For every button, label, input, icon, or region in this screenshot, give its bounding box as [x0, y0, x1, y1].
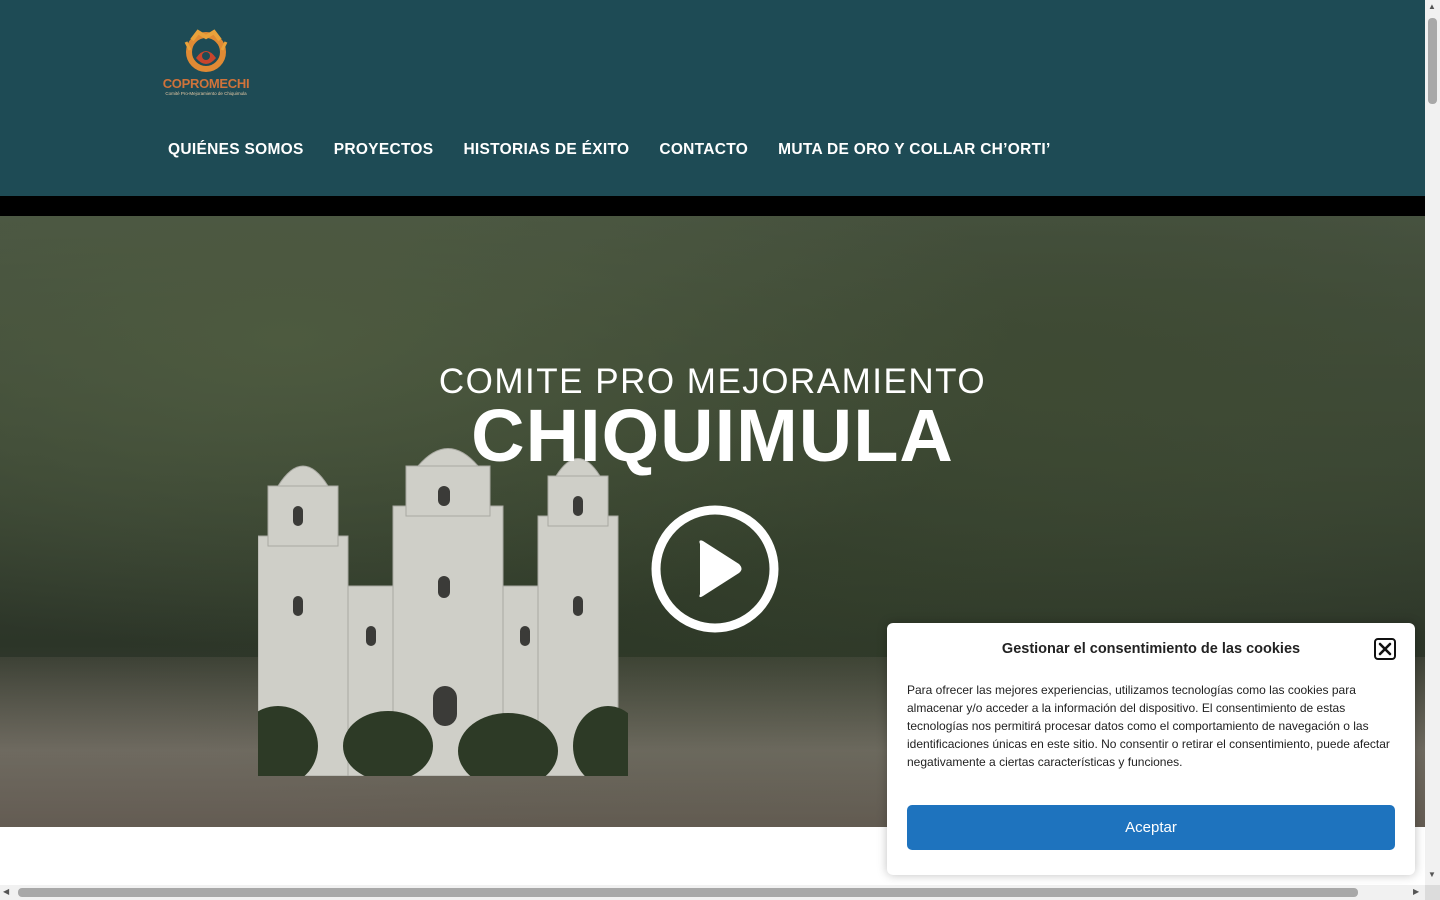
church-illustration — [258, 448, 628, 776]
close-icon[interactable] — [1374, 638, 1396, 660]
scroll-right-icon[interactable]: ▶ — [1413, 887, 1419, 896]
scrollbar-corner — [1425, 885, 1440, 900]
logo-emblem-icon — [184, 29, 228, 72]
play-circle-icon[interactable] — [650, 504, 780, 634]
accept-cookies-button[interactable]: Aceptar — [907, 805, 1395, 850]
hero-title: CHIQUIMULA — [471, 394, 954, 477]
nav-item-muta-de-oro[interactable]: MUTA DE ORO Y COLLAR CH’ORTI’ — [778, 141, 1051, 159]
scroll-down-icon[interactable]: ▼ — [1428, 870, 1436, 879]
scroll-left-icon[interactable]: ◀ — [3, 887, 9, 896]
nav-item-quienes-somos[interactable]: QUIÉNES SOMOS — [168, 141, 304, 159]
nav-item-contacto[interactable]: CONTACTO — [659, 141, 748, 159]
vertical-scrollbar[interactable]: ▲ ▼ — [1425, 0, 1440, 885]
nav-item-proyectos[interactable]: PROYECTOS — [334, 141, 434, 159]
logo-name: COPROMECHI — [162, 76, 250, 91]
main-nav: QUIÉNES SOMOS PROYECTOS HISTORIAS DE ÉXI… — [168, 141, 1051, 159]
site-header: COPROMECHI Comité Pro-Mejoramiento de Ch… — [0, 0, 1425, 196]
page: COPROMECHI Comité Pro-Mejoramiento de Ch… — [0, 0, 1440, 900]
logo-subtitle: Comité Pro-Mejoramiento de Chiquimula — [165, 91, 247, 96]
cookie-consent-dialog: Gestionar el consentimiento de las cooki… — [887, 623, 1415, 875]
horizontal-scrollbar-thumb[interactable] — [18, 888, 1358, 897]
cookie-dialog-body: Para ofrecer las mejores experiencias, u… — [907, 683, 1390, 769]
horizontal-scrollbar[interactable]: ◀ ▶ — [0, 885, 1425, 900]
nav-item-historias-de-exito[interactable]: HISTORIAS DE ÉXITO — [463, 141, 629, 159]
scroll-up-icon[interactable]: ▲ — [1428, 2, 1436, 11]
cookie-dialog-title: Gestionar el consentimiento de las cooki… — [1001, 641, 1301, 657]
site-logo[interactable]: COPROMECHI Comité Pro-Mejoramiento de Ch… — [156, 28, 256, 100]
header-divider-bar — [0, 196, 1425, 216]
vertical-scrollbar-thumb[interactable] — [1428, 18, 1437, 104]
